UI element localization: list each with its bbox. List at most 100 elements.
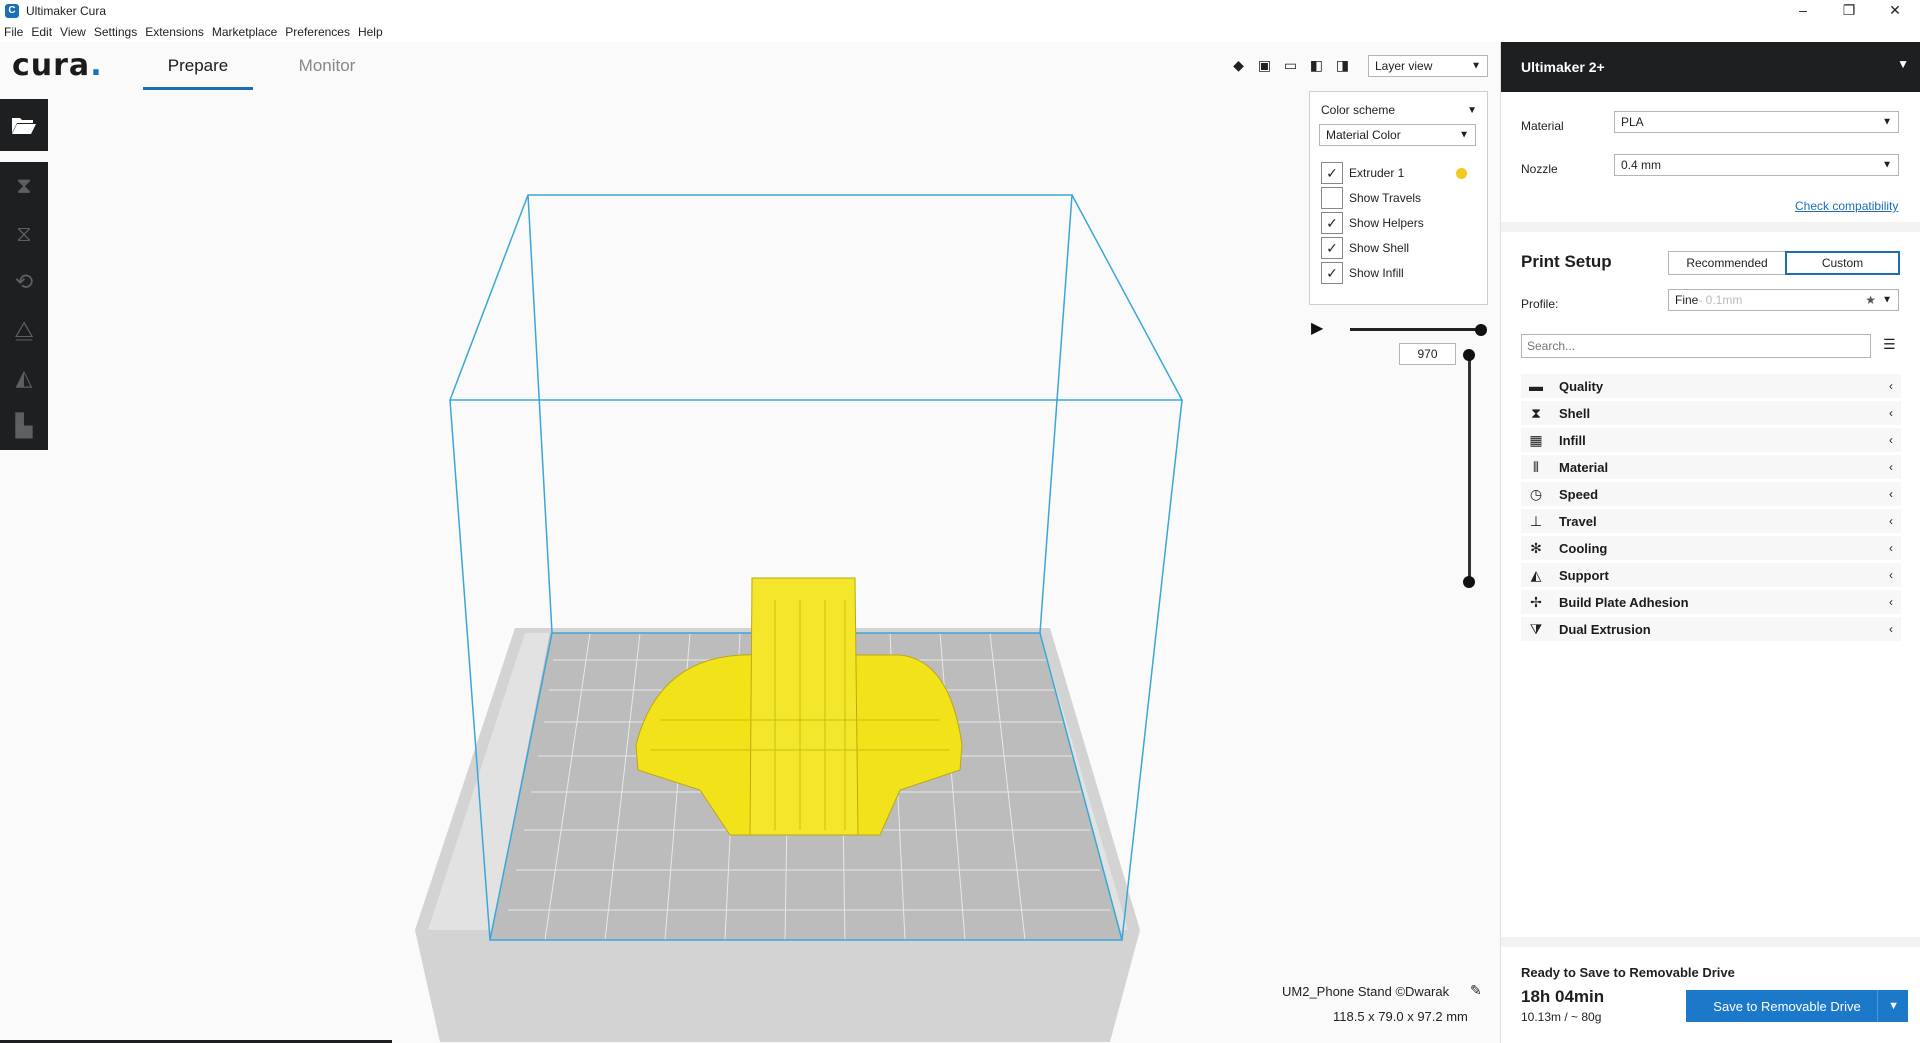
menu-settings[interactable]: Settings xyxy=(90,25,141,39)
category-material[interactable]: ⦀ Material ‹ xyxy=(1521,455,1901,479)
save-to-removable-drive-button[interactable]: Save to Removable Drive ▼ xyxy=(1686,990,1908,1022)
category-label: Travel xyxy=(1559,513,1597,529)
nozzle-select[interactable]: 0.4 mm ▼ xyxy=(1614,154,1899,176)
print-setup-title: Print Setup xyxy=(1521,252,1612,271)
color-scheme-row[interactable]: Color scheme ▼ xyxy=(1321,103,1477,117)
minimize-button[interactable]: – xyxy=(1780,0,1826,22)
print-time: 18h 04min xyxy=(1521,987,1605,1006)
chevron-left-icon: ‹ xyxy=(1889,379,1893,393)
category-speed[interactable]: ◷ Speed ‹ xyxy=(1521,482,1901,506)
color-scheme-select[interactable]: Material Color ▼ xyxy=(1319,124,1476,146)
show-infill-toggle[interactable]: ✓ Show Infill xyxy=(1321,262,1404,284)
show-travels-label: Show Travels xyxy=(1349,191,1422,205)
show-helpers-label: Show Helpers xyxy=(1349,216,1424,230)
save-button-label: Save to Removable Drive xyxy=(1713,998,1861,1014)
view-top-icon[interactable]: ▭ xyxy=(1282,57,1299,74)
object-dimensions: 118.5 x 79.0 x 97.2 mm xyxy=(1333,1009,1468,1024)
show-infill-label: Show Infill xyxy=(1349,266,1404,280)
check-compatibility-link[interactable]: Check compatibility xyxy=(1795,199,1898,213)
view-mode-select[interactable]: Layer view ▼ xyxy=(1368,55,1488,77)
layer-number-input[interactable]: 970 xyxy=(1399,343,1456,365)
category-shell[interactable]: ⧗ Shell ‹ xyxy=(1521,401,1901,425)
chevron-left-icon: ‹ xyxy=(1889,487,1893,501)
menu-edit[interactable]: Edit xyxy=(27,25,56,39)
material-label: Material xyxy=(1521,119,1564,133)
window-title: Ultimaker Cura xyxy=(26,4,107,18)
support-icon: ◭ xyxy=(1530,566,1542,583)
category-dual-extrusion[interactable]: ⧩ Dual Extrusion ‹ xyxy=(1521,617,1901,641)
cura-logo: cura. xyxy=(12,48,103,83)
speed-icon: ◷ xyxy=(1529,485,1543,502)
menu-file[interactable]: File xyxy=(0,25,27,39)
layer-slider-top-handle[interactable] xyxy=(1463,349,1475,361)
category-support[interactable]: ◭ Support ‹ xyxy=(1521,563,1901,587)
chevron-down-icon: ▼ xyxy=(1467,104,1477,116)
category-label: Support xyxy=(1559,567,1609,583)
cooling-icon: ✻ xyxy=(1530,539,1542,556)
chevron-down-icon: ▼ xyxy=(1459,129,1469,141)
path-slider-handle[interactable] xyxy=(1475,324,1487,336)
layer-view-panel: Color scheme ▼ Material Color ▼ ✓ Extrud… xyxy=(1309,91,1488,305)
chevron-left-icon: ‹ xyxy=(1889,514,1893,528)
view-left-icon[interactable]: ◧ xyxy=(1308,57,1325,74)
build-viewport[interactable] xyxy=(0,92,1500,1042)
edit-name-icon[interactable]: ✎ xyxy=(1470,982,1482,999)
show-shell-toggle[interactable]: ✓ Show Shell xyxy=(1321,237,1409,259)
path-slider-track[interactable] xyxy=(1350,328,1482,331)
menu-help[interactable]: Help xyxy=(354,25,387,39)
color-scheme-label: Color scheme xyxy=(1321,103,1396,117)
material-select[interactable]: PLA ▼ xyxy=(1614,111,1899,133)
profile-select[interactable]: Fine - 0.1mm ★ ▼ xyxy=(1668,289,1899,311)
layer-slider-track[interactable] xyxy=(1468,353,1471,581)
print-material-usage: 10.13m / ~ 80g xyxy=(1521,1010,1602,1024)
show-travels-toggle[interactable]: Show Travels xyxy=(1321,187,1421,209)
show-helpers-toggle[interactable]: ✓ Show Helpers xyxy=(1321,212,1424,234)
machine-name: Ultimaker 2+ xyxy=(1521,59,1605,75)
view-right-icon[interactable]: ◨ xyxy=(1334,57,1351,74)
extruder-1-label: Extruder 1 xyxy=(1349,166,1405,180)
menu-marketplace[interactable]: Marketplace xyxy=(208,25,281,39)
shell-icon: ⧗ xyxy=(1531,404,1541,421)
extruder-color-swatch xyxy=(1456,167,1467,179)
play-simulation-icon[interactable]: ▶ xyxy=(1311,320,1327,338)
category-label: Infill xyxy=(1559,432,1586,448)
custom-mode-button[interactable]: Custom xyxy=(1785,251,1900,275)
tab-monitor[interactable]: Monitor xyxy=(272,42,382,90)
tab-prepare[interactable]: Prepare xyxy=(143,42,253,90)
menu-preferences[interactable]: Preferences xyxy=(281,25,354,39)
quality-icon: ▬ xyxy=(1529,378,1543,394)
settings-search-input[interactable] xyxy=(1521,334,1871,358)
checkbox-checked[interactable]: ✓ xyxy=(1321,262,1343,284)
settings-menu-icon[interactable]: ☰ xyxy=(1883,336,1896,353)
layer-slider-bottom-handle[interactable] xyxy=(1463,576,1475,588)
chevron-left-icon: ‹ xyxy=(1889,433,1893,447)
category-label: Shell xyxy=(1559,405,1591,421)
checkbox-unchecked[interactable] xyxy=(1321,187,1343,209)
category-infill[interactable]: ▦ Infill ‹ xyxy=(1521,428,1901,452)
checkbox-checked[interactable]: ✓ xyxy=(1321,162,1343,184)
chevron-down-icon[interactable]: ▼ xyxy=(1888,1000,1899,1012)
view-mode-value: Layer view xyxy=(1375,59,1433,73)
extruder-1-toggle[interactable]: ✓ Extruder 1 xyxy=(1321,162,1477,184)
menu-extensions[interactable]: Extensions xyxy=(141,25,208,39)
view-front-icon[interactable]: ▣ xyxy=(1256,57,1273,74)
profile-label: Profile: xyxy=(1521,297,1559,311)
color-scheme-value: Material Color xyxy=(1326,128,1401,142)
checkbox-checked[interactable]: ✓ xyxy=(1321,212,1343,234)
machine-selector[interactable]: Ultimaker 2+ ▼ xyxy=(1501,42,1920,92)
close-button[interactable]: ✕ xyxy=(1872,0,1918,22)
category-label: Speed xyxy=(1559,486,1599,502)
chevron-left-icon: ‹ xyxy=(1889,406,1893,420)
category-travel[interactable]: ⊥ Travel ‹ xyxy=(1521,509,1901,533)
view-3d-icon[interactable]: ◆ xyxy=(1230,57,1247,74)
maximize-button[interactable]: ❐ xyxy=(1826,0,1872,22)
material-value: PLA xyxy=(1621,115,1644,129)
recommended-mode-button[interactable]: Recommended xyxy=(1668,251,1786,275)
category-quality[interactable]: ▬ Quality ‹ xyxy=(1521,374,1901,398)
category-label: Dual Extrusion xyxy=(1559,621,1651,637)
category-build-plate-adhesion[interactable]: ✢ Build Plate Adhesion ‹ xyxy=(1521,590,1901,614)
menu-view[interactable]: View xyxy=(56,25,90,39)
star-icon[interactable]: ★ xyxy=(1865,293,1876,307)
category-cooling[interactable]: ✻ Cooling ‹ xyxy=(1521,536,1901,560)
checkbox-checked[interactable]: ✓ xyxy=(1321,237,1343,259)
